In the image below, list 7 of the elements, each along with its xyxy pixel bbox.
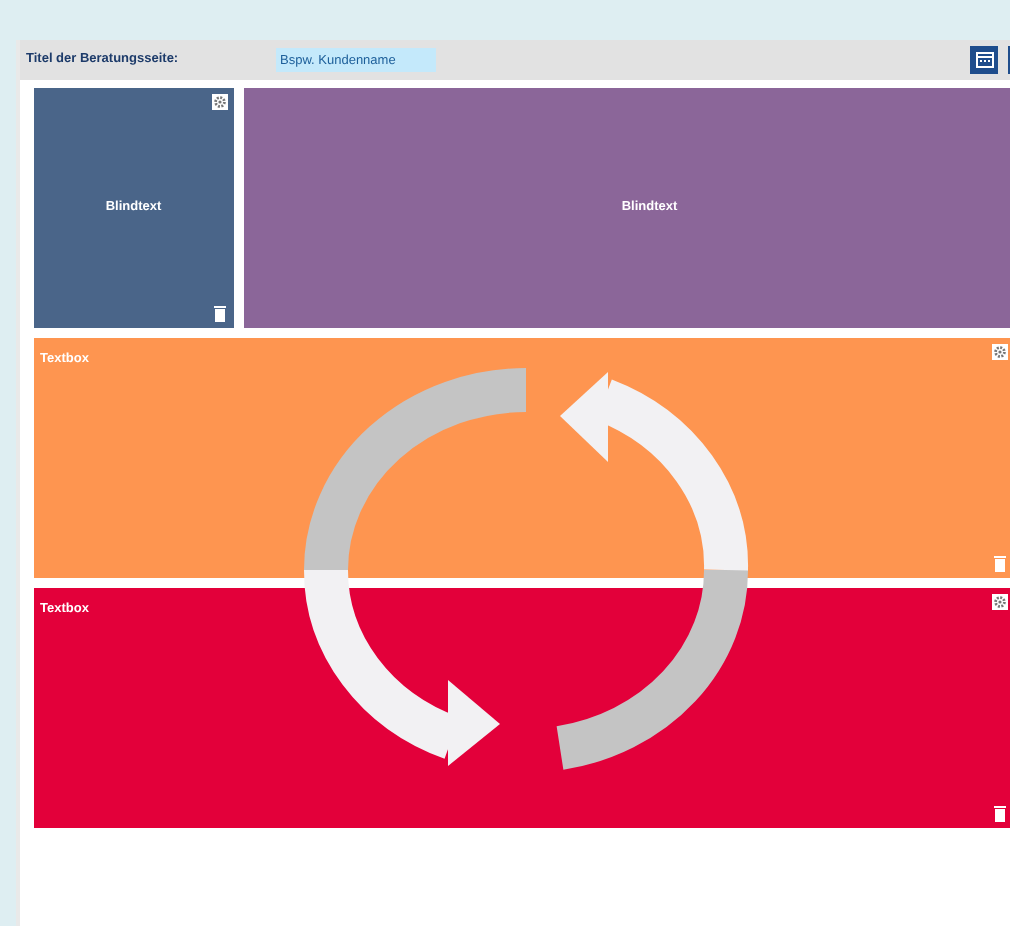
settings-icon[interactable] [992, 594, 1008, 610]
trash-icon[interactable] [994, 806, 1006, 822]
settings-icon[interactable] [992, 344, 1008, 360]
calendar-icon [975, 52, 993, 68]
settings-icon[interactable] [211, 94, 228, 110]
calendar-button[interactable] [970, 46, 998, 74]
trash-icon[interactable] [213, 306, 226, 322]
